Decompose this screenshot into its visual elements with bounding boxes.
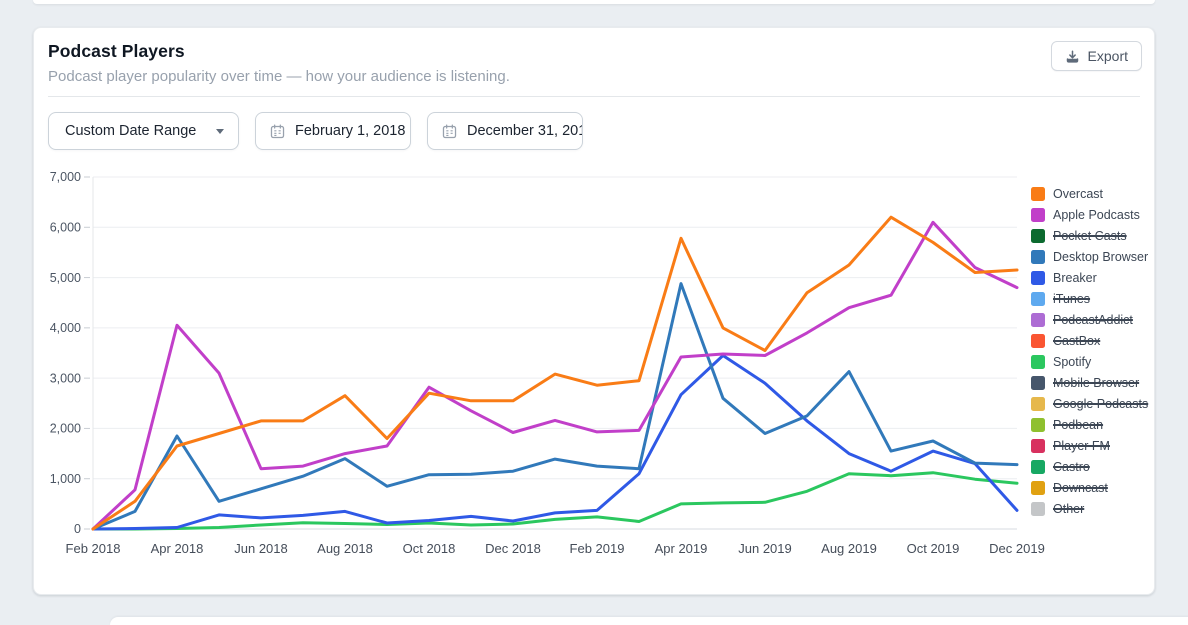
start-date-value: February 1, 2018 [295, 123, 410, 139]
x-axis-label: Oct 2019 [907, 541, 960, 556]
legend-label: Google Podcasts [1053, 397, 1148, 411]
legend-swatch [1031, 313, 1045, 327]
legend-item-google-podcasts[interactable]: Google Podcasts [1031, 393, 1156, 414]
series-line-overcast [93, 217, 1017, 529]
x-axis-label: Feb 2019 [570, 541, 625, 556]
chart-legend: Overcast Apple Podcasts Pocket Casts Deskto… [1031, 183, 1156, 519]
calendar-icon [441, 123, 458, 140]
legend-swatch [1031, 250, 1045, 264]
legend-label: iTunes [1053, 292, 1090, 306]
legend-item-podcastaddict[interactable]: PodcastAddict [1031, 309, 1156, 330]
filter-row: Custom Date Range February 1, 2018 [48, 112, 1140, 150]
header-divider [48, 96, 1140, 97]
y-axis-label: 4,000 [50, 321, 81, 335]
legend-item-other[interactable]: Other [1031, 498, 1156, 519]
y-axis-label: 6,000 [50, 220, 81, 234]
legend-swatch [1031, 292, 1045, 306]
legend-item-spotify[interactable]: Spotify [1031, 351, 1156, 372]
legend-item-downcast[interactable]: Downcast [1031, 477, 1156, 498]
legend-item-castro[interactable]: Castro [1031, 456, 1156, 477]
legend-label: CastBox [1053, 334, 1100, 348]
legend-swatch [1031, 355, 1045, 369]
legend-swatch [1031, 187, 1045, 201]
x-axis-label: Aug 2019 [821, 541, 877, 556]
legend-swatch [1031, 271, 1045, 285]
export-button[interactable]: Export [1051, 41, 1142, 71]
x-axis-label: Apr 2018 [151, 541, 204, 556]
legend-item-player-fm[interactable]: Player FM [1031, 435, 1156, 456]
start-date-input[interactable]: February 1, 2018 [255, 112, 411, 150]
date-range-select[interactable]: Custom Date Range [48, 112, 239, 150]
legend-swatch [1031, 502, 1045, 516]
card-header: Podcast Players Podcast player popularit… [34, 28, 1154, 96]
x-axis-label: Jun 2019 [738, 541, 792, 556]
legend-swatch [1031, 481, 1045, 495]
legend-swatch [1031, 397, 1045, 411]
series-line-breaker [93, 356, 1017, 530]
x-axis-label: Apr 2019 [655, 541, 708, 556]
end-date-input[interactable]: December 31, 2019 [427, 112, 583, 150]
legend-label: Downcast [1053, 481, 1108, 495]
series-line-spotify [93, 473, 1017, 529]
legend-swatch [1031, 376, 1045, 390]
legend-swatch [1031, 229, 1045, 243]
legend-label: Pocket Casts [1053, 229, 1127, 243]
x-axis-label: Feb 2018 [66, 541, 121, 556]
x-axis-label: Oct 2018 [403, 541, 456, 556]
x-axis-label: Jun 2018 [234, 541, 288, 556]
x-axis-label: Dec 2018 [485, 541, 541, 556]
legend-item-breaker[interactable]: Breaker [1031, 267, 1156, 288]
date-range-select-value: Custom Date Range [65, 123, 196, 139]
legend-item-overcast[interactable]: Overcast [1031, 183, 1156, 204]
legend-label: Player FM [1053, 439, 1110, 453]
page-title: Podcast Players [48, 41, 1140, 62]
legend-label: Mobile Browser [1053, 376, 1139, 390]
chevron-down-icon [216, 129, 224, 134]
calendar-icon [269, 123, 286, 140]
legend-item-apple-podcasts[interactable]: Apple Podcasts [1031, 204, 1156, 225]
previous-card-edge [33, 0, 1155, 4]
legend-label: Other [1053, 502, 1084, 516]
next-card-edge [110, 617, 1188, 625]
legend-item-podbean[interactable]: Podbean [1031, 414, 1156, 435]
y-axis-label: 2,000 [50, 422, 81, 436]
legend-swatch [1031, 460, 1045, 474]
legend-swatch [1031, 418, 1045, 432]
legend-label: Spotify [1053, 355, 1091, 369]
legend-swatch [1031, 439, 1045, 453]
end-date-value: December 31, 2019 [467, 123, 582, 139]
legend-item-itunes[interactable]: iTunes [1031, 288, 1156, 309]
legend-item-mobile-browser[interactable]: Mobile Browser [1031, 372, 1156, 393]
download-icon [1065, 49, 1080, 64]
legend-label: Breaker [1053, 271, 1097, 285]
legend-label: Overcast [1053, 187, 1103, 201]
legend-swatch [1031, 208, 1045, 222]
y-axis-label: 0 [74, 522, 81, 536]
legend-item-castbox[interactable]: CastBox [1031, 330, 1156, 351]
page-subtitle: Podcast player popularity over time — ho… [48, 68, 1140, 85]
x-axis-label: Dec 2019 [989, 541, 1045, 556]
y-axis-label: 7,000 [50, 170, 81, 184]
podcast-players-card: Podcast Players Podcast player popularit… [33, 27, 1155, 595]
legend-item-desktop-browser[interactable]: Desktop Browser [1031, 246, 1156, 267]
legend-label: Desktop Browser [1053, 250, 1148, 264]
x-axis-label: Aug 2018 [317, 541, 373, 556]
legend-label: Podbean [1053, 418, 1103, 432]
podcast-players-chart: 0 1,000 2,000 3,000 4,000 5,000 6,000 7,000 Feb … [34, 166, 1156, 576]
legend-label: Castro [1053, 460, 1090, 474]
export-button-label: Export [1088, 48, 1128, 64]
legend-label: Apple Podcasts [1053, 208, 1140, 222]
legend-swatch [1031, 334, 1045, 348]
legend-item-pocket-casts[interactable]: Pocket Casts [1031, 225, 1156, 246]
y-axis-label: 1,000 [50, 472, 81, 486]
y-axis-label: 5,000 [50, 271, 81, 285]
legend-label: PodcastAddict [1053, 313, 1133, 327]
series-line-desktop-browser [93, 284, 1017, 529]
y-axis-label: 3,000 [50, 371, 81, 385]
line-chart-plot[interactable]: 0 1,000 2,000 3,000 4,000 5,000 6,000 7,000 Feb … [34, 166, 1156, 576]
